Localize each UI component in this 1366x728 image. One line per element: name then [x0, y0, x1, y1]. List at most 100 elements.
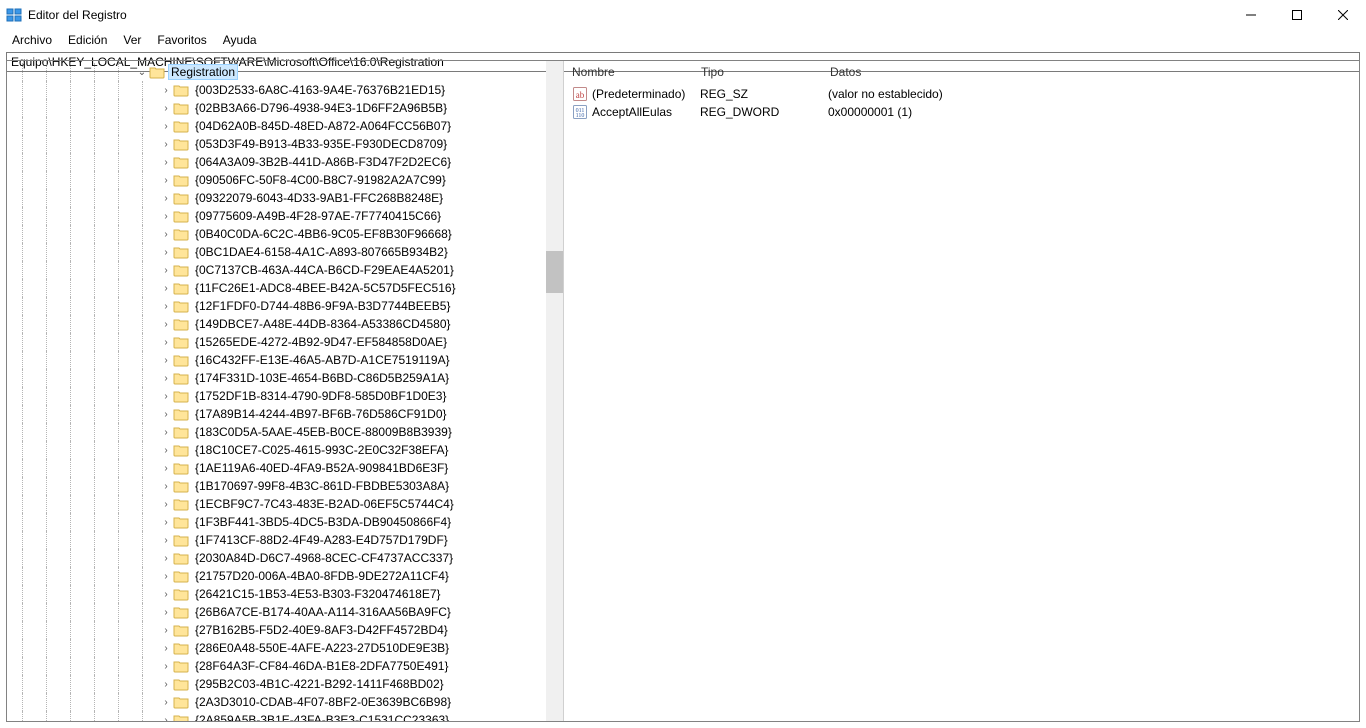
tree-node-label: {09322079-6043-4D33-9AB1-FFC268B8248E}: [193, 191, 445, 205]
tree-node-label: {1AE119A6-40ED-4FA9-B52A-909841BD6E3F}: [193, 461, 450, 475]
menu-ayuda[interactable]: Ayuda: [215, 31, 265, 49]
tree-node[interactable]: ›{1752DF1B-8314-4790-9DF8-585D0BF1D0E3}: [7, 387, 563, 405]
tree-node[interactable]: ›{1ECBF9C7-7C43-483E-B2AD-06EF5C5744C4}: [7, 495, 563, 513]
tree-node-registration[interactable]: ⌄Registration: [7, 63, 563, 81]
expand-toggle-icon[interactable]: ›: [159, 517, 173, 528]
tree-node[interactable]: ›{149DBCE7-A48E-44DB-8364-A53386CD4580}: [7, 315, 563, 333]
expand-toggle-icon[interactable]: ›: [159, 157, 173, 168]
tree-node[interactable]: ›{02BB3A66-D796-4938-94E3-1D6FF2A96B5B}: [7, 99, 563, 117]
expand-toggle-icon[interactable]: ›: [159, 121, 173, 132]
folder-icon: [173, 659, 189, 673]
expand-toggle-icon[interactable]: ›: [159, 409, 173, 420]
tree-node[interactable]: ›{04D62A0B-845D-48ED-A872-A064FCC56B07}: [7, 117, 563, 135]
expand-toggle-icon[interactable]: ›: [159, 103, 173, 114]
expand-toggle-icon[interactable]: ›: [159, 391, 173, 402]
tree-node[interactable]: ›{11FC26E1-ADC8-4BEE-B42A-5C57D5FEC516}: [7, 279, 563, 297]
expand-toggle-icon[interactable]: ⌄: [135, 67, 149, 78]
value-row[interactable]: ab(Predeterminado)REG_SZ(valor no establ…: [564, 85, 1359, 103]
expand-toggle-icon[interactable]: ›: [159, 535, 173, 546]
tree-node[interactable]: ›{16C432FF-E13E-46A5-AB7D-A1CE7519119A}: [7, 351, 563, 369]
tree-node[interactable]: ›{2A3D3010-CDAB-4F07-8BF2-0E3639BC6B98}: [7, 693, 563, 711]
expand-toggle-icon[interactable]: ›: [159, 571, 173, 582]
tree-node[interactable]: ›{1F3BF441-3BD5-4DC5-B3DA-DB90450866F4}: [7, 513, 563, 531]
expand-toggle-icon[interactable]: ›: [159, 679, 173, 690]
tree-node[interactable]: ›{26421C15-1B53-4E53-B303-F320474618E7}: [7, 585, 563, 603]
menu-ver[interactable]: Ver: [115, 31, 149, 49]
menu-favoritos[interactable]: Favoritos: [149, 31, 214, 49]
col-datos[interactable]: Datos: [822, 61, 1359, 83]
expand-toggle-icon[interactable]: ›: [159, 427, 173, 438]
expand-toggle-icon[interactable]: ›: [159, 499, 173, 510]
expand-toggle-icon[interactable]: ›: [159, 193, 173, 204]
tree-node[interactable]: ›{17A89B14-4244-4B97-BF6B-76D586CF91D0}: [7, 405, 563, 423]
expand-toggle-icon[interactable]: ›: [159, 661, 173, 672]
expand-toggle-icon[interactable]: ›: [159, 211, 173, 222]
menu-archivo[interactable]: Archivo: [4, 31, 60, 49]
expand-toggle-icon[interactable]: ›: [159, 139, 173, 150]
tree-node[interactable]: ›{28F64A3F-CF84-46DA-B1E8-2DFA7750E491}: [7, 657, 563, 675]
tree-scroll-thumb[interactable]: [546, 251, 563, 293]
menu-edicion[interactable]: Edición: [60, 31, 115, 49]
tree-node[interactable]: ›{18C10CE7-C025-4615-993C-2E0C32F38EFA}: [7, 441, 563, 459]
expand-toggle-icon[interactable]: ›: [159, 247, 173, 258]
expand-toggle-icon[interactable]: ›: [159, 373, 173, 384]
value-row[interactable]: 011110AcceptAllEulasREG_DWORD0x00000001 …: [564, 103, 1359, 121]
col-nombre[interactable]: Nombre: [564, 61, 693, 83]
expand-toggle-icon[interactable]: ›: [159, 355, 173, 366]
folder-icon: [173, 245, 189, 259]
window-title: Editor del Registro: [28, 8, 127, 22]
expand-toggle-icon[interactable]: ›: [159, 607, 173, 618]
expand-toggle-icon[interactable]: ›: [159, 301, 173, 312]
expand-toggle-icon[interactable]: ›: [159, 625, 173, 636]
expand-toggle-icon[interactable]: ›: [159, 445, 173, 456]
expand-toggle-icon[interactable]: ›: [159, 175, 173, 186]
folder-icon: [173, 353, 189, 367]
expand-toggle-icon[interactable]: ›: [159, 589, 173, 600]
expand-toggle-icon[interactable]: ›: [159, 337, 173, 348]
expand-toggle-icon[interactable]: ›: [159, 553, 173, 564]
tree-node[interactable]: ›{2A859A5B-3B1E-43FA-B3E3-C1531CC23363}: [7, 711, 563, 721]
string-value-icon: ab: [572, 86, 588, 102]
tree-node[interactable]: ›{064A3A09-3B2B-441D-A86B-F3D47F2D2EC6}: [7, 153, 563, 171]
expand-toggle-icon[interactable]: ›: [159, 229, 173, 240]
registry-tree[interactable]: ⌄Registration›{003D2533-6A8C-4163-9A4E-7…: [7, 61, 563, 721]
tree-node[interactable]: ›{0B40C0DA-6C2C-4BB6-9C05-EF8B30F96668}: [7, 225, 563, 243]
tree-node[interactable]: › {286E0A48-550E-4AFE-A223-27D510DE9E3B}: [7, 639, 563, 657]
expand-toggle-icon[interactable]: ›: [159, 265, 173, 276]
expand-toggle-icon[interactable]: ›: [159, 481, 173, 492]
tree-node[interactable]: › {09322079-6043-4D33-9AB1-FFC268B8248E}: [7, 189, 563, 207]
tree-node[interactable]: ›{26B6A7CE-B174-40AA-A114-316AA56BA9FC}: [7, 603, 563, 621]
close-button[interactable]: [1320, 0, 1366, 30]
values-list[interactable]: ab(Predeterminado)REG_SZ(valor no establ…: [564, 83, 1359, 121]
tree-node[interactable]: ›{0C7137CB-463A-44CA-B6CD-F29EAE4A5201}: [7, 261, 563, 279]
tree-node[interactable]: ›{09775609-A49B-4F28-97AE-7F7740415C66}: [7, 207, 563, 225]
minimize-button[interactable]: [1228, 0, 1274, 30]
tree-node[interactable]: › {1AE119A6-40ED-4FA9-B52A-909841BD6E3F}: [7, 459, 563, 477]
expand-toggle-icon[interactable]: ›: [159, 643, 173, 654]
expand-toggle-icon[interactable]: ›: [159, 715, 173, 722]
tree-node[interactable]: ›{003D2533-6A8C-4163-9A4E-76376B21ED15}: [7, 81, 563, 99]
expand-toggle-icon[interactable]: ›: [159, 463, 173, 474]
tree-node[interactable]: ›{174F331D-103E-4654-B6BD-C86D5B259A1A}: [7, 369, 563, 387]
tree-scrollbar[interactable]: [546, 61, 563, 721]
tree-node[interactable]: ›{183C0D5A-5AAE-45EB-B0CE-88009B8B3939}: [7, 423, 563, 441]
expand-toggle-icon[interactable]: ›: [159, 319, 173, 330]
tree-node[interactable]: ›{15265EDE-4272-4B92-9D47-EF584858D0AE}: [7, 333, 563, 351]
expand-toggle-icon[interactable]: ›: [159, 85, 173, 96]
maximize-button[interactable]: [1274, 0, 1320, 30]
tree-node[interactable]: ›{1B170697-99F8-4B3C-861D-FBDBE5303A8A}: [7, 477, 563, 495]
tree-node[interactable]: ›{1F7413CF-88D2-4F49-A283-E4D757D179DF}: [7, 531, 563, 549]
tree-node[interactable]: ›{0BC1DAE4-6158-4A1C-A893-807665B934B2}: [7, 243, 563, 261]
expand-toggle-icon[interactable]: ›: [159, 697, 173, 708]
tree-node[interactable]: ›{21757D20-006A-4BA0-8FDB-9DE272A11CF4}: [7, 567, 563, 585]
expand-toggle-icon[interactable]: ›: [159, 283, 173, 294]
tree-node[interactable]: ›{295B2C03-4B1C-4221-B292-1411F468BD02}: [7, 675, 563, 693]
tree-node[interactable]: ›{090506FC-50F8-4C00-B8C7-91982A2A7C99}: [7, 171, 563, 189]
tree-node[interactable]: ›{053D3F49-B913-4B33-935E-F930DECD8709}: [7, 135, 563, 153]
tree-node-label: {2030A84D-D6C7-4968-8CEC-CF4737ACC337}: [193, 551, 455, 565]
tree-node-label: {286E0A48-550E-4AFE-A223-27D510DE9E3B}: [193, 641, 451, 655]
tree-node[interactable]: ›{12F1FDF0-D744-48B6-9F9A-B3D7744BEEB5}: [7, 297, 563, 315]
tree-node[interactable]: › {2030A84D-D6C7-4968-8CEC-CF4737ACC337}: [7, 549, 563, 567]
tree-node[interactable]: ›{27B162B5-F5D2-40E9-8AF3-D42FF4572BD4}: [7, 621, 563, 639]
col-tipo[interactable]: Tipo: [693, 61, 822, 83]
